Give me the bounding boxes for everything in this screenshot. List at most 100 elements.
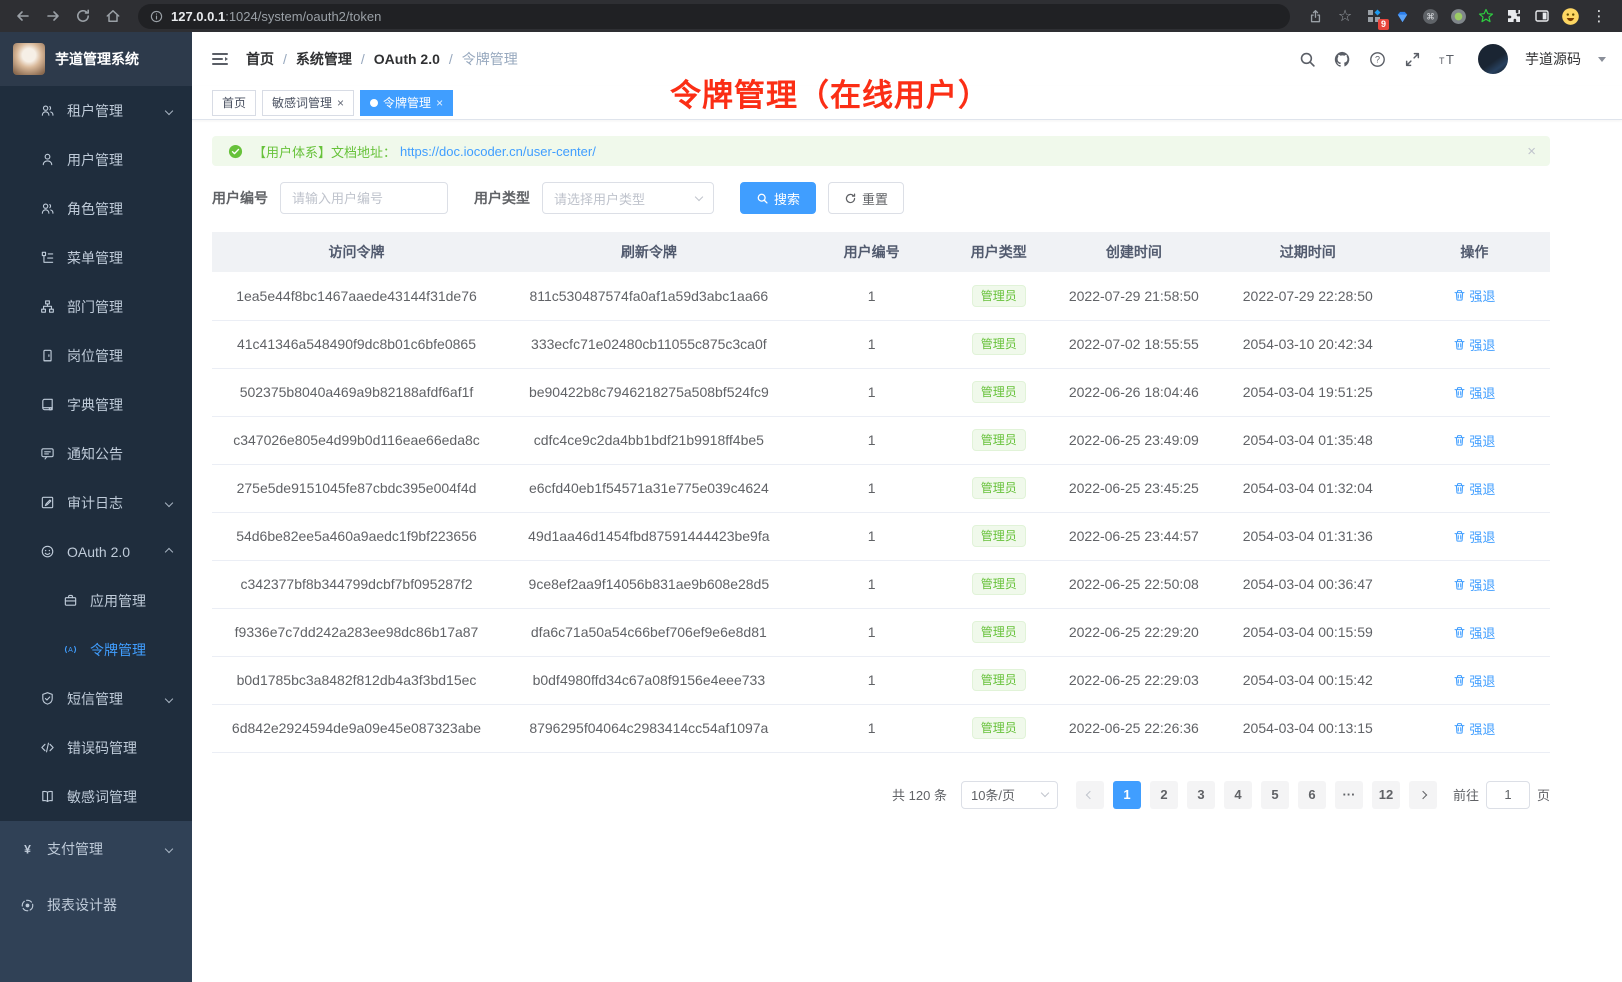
sidebar-item[interactable]: 短信管理 — [0, 674, 192, 723]
extension-badge: 9 — [1378, 19, 1389, 30]
force-logout-button[interactable]: 强退 — [1453, 527, 1495, 546]
page-button[interactable]: 12 — [1372, 781, 1400, 809]
page-button[interactable]: 6 — [1298, 781, 1326, 809]
trash-icon — [1453, 674, 1466, 687]
sidebar: 芋道管理系统 租户管理 用户管理 角色管理 — [0, 32, 192, 982]
reset-button[interactable]: 重置 — [828, 182, 904, 214]
bookmark-star-icon[interactable]: ☆ — [1332, 3, 1358, 29]
search-icon[interactable] — [1297, 49, 1317, 69]
chevron-icon — [165, 547, 173, 555]
force-logout-button[interactable]: 强退 — [1453, 719, 1495, 738]
sidebar-item[interactable]: 角色管理 — [0, 184, 192, 233]
user-avatar[interactable] — [1478, 44, 1508, 74]
force-logout-button[interactable]: 强退 — [1453, 383, 1495, 402]
tab[interactable]: 首页 — [212, 90, 256, 116]
force-logout-button[interactable]: 强退 — [1453, 671, 1495, 690]
close-icon[interactable]: × — [337, 97, 344, 109]
sidebar-item[interactable]: 岗位管理 — [0, 331, 192, 380]
breadcrumb-item[interactable]: 令牌管理 — [440, 49, 518, 69]
split-view-icon[interactable] — [1530, 4, 1554, 28]
sidebar-item[interactable]: 字典管理 — [0, 380, 192, 429]
refresh-token-cell: b0df4980ffd34c67a08f9156e4eee733 — [501, 656, 797, 704]
chevron-icon — [165, 845, 173, 853]
column-header: 操作 — [1399, 232, 1550, 272]
force-logout-button[interactable]: 强退 — [1453, 335, 1495, 354]
sidebar-item[interactable]: 报表设计器 — [0, 877, 192, 933]
goto-page-input[interactable] — [1486, 781, 1530, 809]
doc-link[interactable]: https://doc.iocoder.cn/user-center/ — [400, 144, 596, 159]
page-size-select[interactable]: 10条/页 — [961, 781, 1058, 809]
sidebar-item[interactable]: ¥ 支付管理 — [0, 821, 192, 877]
access-token-cell: 502375b8040a469a9b82188afdf6af1f — [212, 368, 501, 416]
page-button[interactable]: 2 — [1150, 781, 1178, 809]
gem-extension-icon[interactable] — [1390, 4, 1414, 28]
share-icon[interactable] — [1302, 3, 1328, 29]
dot-extension-icon[interactable] — [1446, 4, 1470, 28]
expire-time-cell: 2054-03-04 01:32:04 — [1217, 464, 1399, 512]
created-time-cell: 2022-07-29 21:58:50 — [1051, 272, 1217, 320]
command-extension-icon[interactable]: ⌘ — [1418, 4, 1442, 28]
extensions-puzzle-icon[interactable] — [1502, 4, 1526, 28]
user-type-select[interactable]: 请选择用户类型 — [542, 182, 714, 214]
reload-icon[interactable] — [70, 3, 96, 29]
page-button[interactable]: 5 — [1261, 781, 1289, 809]
page-button[interactable]: ··· — [1335, 781, 1363, 809]
close-icon[interactable]: × — [1527, 143, 1536, 160]
font-size-icon[interactable]: TT — [1437, 49, 1457, 69]
close-icon[interactable]: × — [436, 97, 443, 109]
tags-view: 首页 敏感词管理 × 令牌管理 × — [192, 86, 1622, 120]
address-bar[interactable]: 127.0.0.1:1024/system/oauth2/token — [138, 4, 1290, 29]
username[interactable]: 芋道源码 — [1525, 49, 1581, 69]
forward-icon[interactable] — [40, 3, 66, 29]
github-icon[interactable] — [1332, 49, 1352, 69]
user-id-cell: 1 — [797, 416, 947, 464]
breadcrumb-item[interactable]: OAuth 2.0 — [352, 51, 440, 67]
help-icon[interactable]: ? — [1367, 49, 1387, 69]
sidebar-item[interactable]: 敏感词管理 — [0, 772, 192, 821]
page-button[interactable]: 1 — [1113, 781, 1141, 809]
sidebar-item[interactable]: 部门管理 — [0, 282, 192, 331]
sidebar-item[interactable]: OAuth 2.0 — [0, 527, 192, 576]
browser-menu-icon[interactable]: ⋮ — [1586, 3, 1612, 29]
sidebar-item[interactable]: 应用管理 — [0, 576, 192, 625]
sidebar-item[interactable]: 审计日志 — [0, 478, 192, 527]
sidebar-item-label: 支付管理 — [47, 839, 103, 859]
page-button[interactable]: 4 — [1224, 781, 1252, 809]
force-logout-button[interactable]: 强退 — [1453, 286, 1495, 305]
site-info-icon[interactable] — [150, 10, 163, 23]
sidebar-item[interactable]: 用户管理 — [0, 135, 192, 184]
force-logout-button[interactable]: 强退 — [1453, 575, 1495, 594]
page-button[interactable]: 3 — [1187, 781, 1215, 809]
chevron-left-icon — [1086, 790, 1094, 798]
access-token-cell: c342377bf8b344799dcbf7bf095287f2 — [212, 560, 501, 608]
back-icon[interactable] — [10, 3, 36, 29]
tab[interactable]: 敏感词管理 × — [262, 90, 354, 116]
star-extension-icon[interactable] — [1474, 4, 1498, 28]
fullscreen-icon[interactable] — [1402, 49, 1422, 69]
user-dropdown-caret-icon[interactable] — [1598, 57, 1606, 62]
next-page-button[interactable] — [1409, 781, 1437, 809]
expire-time-cell: 2054-03-04 00:13:15 — [1217, 704, 1399, 752]
sidebar-item[interactable]: 租户管理 — [0, 86, 192, 135]
breadcrumb-item[interactable]: 首页 — [246, 49, 274, 69]
trash-icon — [1453, 338, 1466, 351]
tab-label: 首页 — [222, 94, 246, 111]
profile-avatar-icon[interactable] — [1558, 4, 1582, 28]
prev-page-button[interactable] — [1076, 781, 1104, 809]
user-id-cell: 1 — [797, 512, 947, 560]
force-logout-button[interactable]: 强退 — [1453, 431, 1495, 450]
sidebar-item[interactable]: 通知公告 — [0, 429, 192, 478]
sidebar-item[interactable]: 错误码管理 — [0, 723, 192, 772]
sidebar-item[interactable]: 菜单管理 — [0, 233, 192, 282]
tab[interactable]: 令牌管理 × — [360, 90, 453, 116]
breadcrumb-item[interactable]: 系统管理 — [274, 49, 352, 69]
force-logout-button[interactable]: 强退 — [1453, 479, 1495, 498]
extension-grid-icon[interactable]: 9 — [1362, 4, 1386, 28]
sidebar-logo-row[interactable]: 芋道管理系统 — [0, 32, 192, 86]
force-logout-button[interactable]: 强退 — [1453, 623, 1495, 642]
user-id-input[interactable] — [280, 182, 448, 214]
sidebar-item[interactable]: A 令牌管理 — [0, 625, 192, 674]
search-button[interactable]: 搜索 — [740, 182, 816, 214]
sidebar-toggle-icon[interactable] — [210, 49, 230, 69]
home-icon[interactable] — [100, 3, 126, 29]
